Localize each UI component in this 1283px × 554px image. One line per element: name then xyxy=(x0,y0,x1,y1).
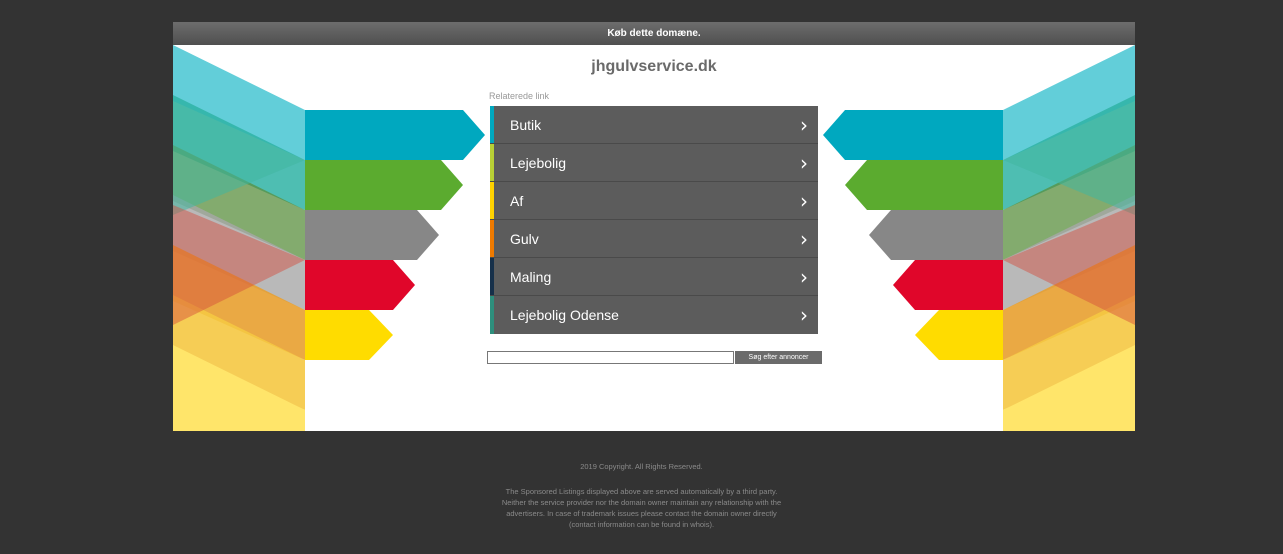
ad-search-form: Søg efter annoncer xyxy=(487,351,822,364)
related-link-gulv[interactable]: Gulv › xyxy=(490,220,818,258)
chevron-right-icon: › xyxy=(800,189,808,213)
buy-domain-bar[interactable]: Køb dette domæne. xyxy=(173,22,1135,45)
left-arrow-art xyxy=(173,45,485,431)
right-arrow-art xyxy=(823,45,1135,431)
link-label: Maling xyxy=(510,269,552,285)
search-button[interactable]: Søg efter annoncer xyxy=(735,351,822,364)
parked-page: Køb dette domæne. jhgulvservice.dk Relat… xyxy=(173,22,1135,431)
link-color-stripe xyxy=(490,106,494,143)
search-input[interactable] xyxy=(487,351,734,364)
chevron-right-icon: › xyxy=(800,151,808,175)
related-links-list: Butik › Lejebolig › Af › Gulv › Maling ›… xyxy=(490,106,818,334)
footer: 2019 Copyright. All Rights Reserved. The… xyxy=(0,461,1283,530)
link-color-stripe xyxy=(490,258,494,295)
disclaimer-text: The Sponsored Listings displayed above a… xyxy=(501,487,782,529)
link-label: Butik xyxy=(510,117,542,133)
link-label: Gulv xyxy=(510,231,539,247)
related-link-lejebolig[interactable]: Lejebolig › xyxy=(490,144,818,182)
chevron-right-icon: › xyxy=(800,265,808,289)
chevron-right-icon: › xyxy=(800,227,808,251)
link-label: Lejebolig xyxy=(510,155,567,171)
link-label: Af xyxy=(510,193,524,209)
related-links-label: Relaterede link xyxy=(489,91,550,101)
related-link-af[interactable]: Af › xyxy=(490,182,818,220)
domain-title: jhgulvservice.dk xyxy=(591,58,717,75)
link-label: Lejebolig Odense xyxy=(510,307,619,323)
link-color-stripe xyxy=(490,220,494,257)
chevron-right-icon: › xyxy=(800,113,808,137)
related-link-maling[interactable]: Maling › xyxy=(490,258,818,296)
related-link-butik[interactable]: Butik › xyxy=(490,106,818,144)
link-color-stripe xyxy=(490,182,494,219)
related-link-lejebolig-odense[interactable]: Lejebolig Odense › xyxy=(490,296,818,334)
chevron-right-icon: › xyxy=(800,303,808,327)
link-color-stripe xyxy=(490,144,494,181)
link-color-stripe xyxy=(490,296,494,334)
copyright-text: 2019 Copyright. All Rights Reserved. xyxy=(580,462,703,471)
